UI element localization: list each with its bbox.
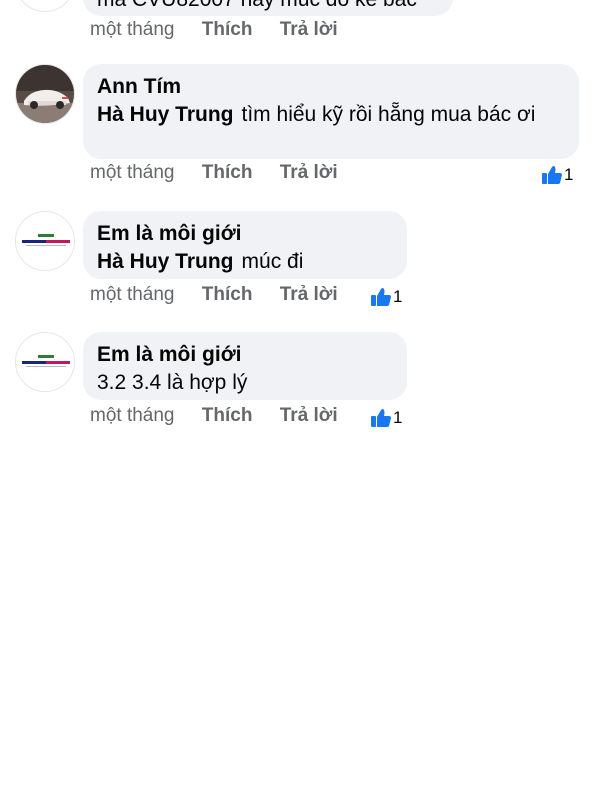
comment-text: 3.2 3.4 là hợp lý <box>97 371 248 394</box>
reply-button[interactable]: Trả lời <box>280 283 338 307</box>
reply-button[interactable]: Trả lời <box>280 18 338 42</box>
avatar[interactable] <box>15 211 75 271</box>
reaction-count-value: 1 <box>393 287 403 306</box>
comment-timestamp: một tháng <box>90 162 175 183</box>
comment-text: Hà Huy Trung múc đi <box>97 248 393 276</box>
comment-author[interactable]: Ann Tím <box>97 73 565 101</box>
brokerage-logo-avatar-icon <box>16 212 74 270</box>
reply-button[interactable]: Trả lời <box>280 404 338 428</box>
comment-bubble: mã CVU82007 hay múc đó kể bác <box>83 0 453 16</box>
comment-actions: một tháng Thích Trả lời <box>90 404 338 428</box>
comment-text: mã CVU82007 hay múc đó kể bác <box>97 0 439 14</box>
reaction-count[interactable]: 1 <box>541 165 573 185</box>
thumbs-up-icon <box>542 166 562 184</box>
thumbs-up-icon <box>371 409 391 427</box>
brokerage-logo-avatar-icon <box>16 333 74 391</box>
comment-body: múc đi <box>241 250 304 273</box>
car-photo-avatar-icon <box>16 65 74 123</box>
thumbs-up-icon <box>371 288 391 306</box>
mention-link[interactable]: Hà Huy Trung <box>97 103 234 126</box>
comment-text: Hà Huy Trung tìm hiểu kỹ rồi hẵng mua bác… <box>97 101 565 129</box>
like-button[interactable]: Thích <box>202 404 253 428</box>
reaction-count[interactable]: 1 <box>370 408 402 428</box>
comment-timestamp: một tháng <box>90 405 175 426</box>
avatar[interactable] <box>15 332 75 392</box>
reaction-count-value: 1 <box>393 408 403 427</box>
reaction-count[interactable]: 1 <box>370 287 402 307</box>
avatar[interactable] <box>15 64 75 124</box>
comment-bubble: Em là môi giới 3.2 3.4 là hợp lý <box>83 332 407 400</box>
comment-actions: một tháng Thích Trả lời <box>90 161 338 185</box>
comment-bubble: Ann Tím Hà Huy Trung tìm hiểu kỹ rồi hẵng… <box>83 64 579 159</box>
like-button[interactable]: Thích <box>202 283 253 307</box>
comment-body: tìm hiểu kỹ rồi hẵng mua bác ơi <box>241 103 536 126</box>
mention-link[interactable]: Hà Huy Trung <box>97 250 234 273</box>
like-button[interactable]: Thích <box>202 18 253 42</box>
reaction-count-value: 1 <box>564 165 574 184</box>
avatar[interactable] <box>15 0 75 12</box>
comment-timestamp: một tháng <box>90 284 175 305</box>
comment-actions: một tháng Thích Trả lời <box>90 283 338 307</box>
comment-author[interactable]: Em là môi giới <box>97 220 393 248</box>
comment-timestamp: một tháng <box>90 19 175 40</box>
comment-actions: một tháng Thích Trả lời <box>90 18 338 42</box>
like-button[interactable]: Thích <box>202 161 253 185</box>
comment-author[interactable]: Em là môi giới <box>97 341 393 369</box>
reply-button[interactable]: Trả lời <box>280 161 338 185</box>
comment-bubble: Em là môi giới Hà Huy Trung múc đi <box>83 211 407 279</box>
